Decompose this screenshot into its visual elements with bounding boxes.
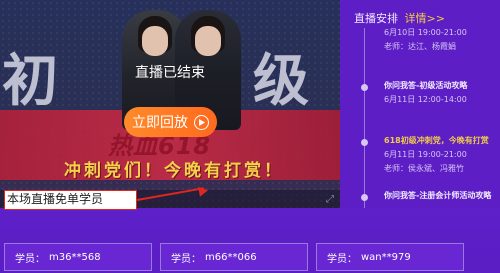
replay-button[interactable]: 立即回放 bbox=[124, 107, 217, 137]
timeline-dot bbox=[361, 194, 368, 201]
student-list: 学员： m36**568 学员： m66**066 学员： wan**979 bbox=[4, 243, 464, 271]
timeline-line bbox=[364, 28, 365, 208]
play-circle-icon bbox=[194, 114, 209, 130]
schedule-sidebar: 直播安排 详情>> 6月10日 19:00-21:00 老师：达江、杨霞娟 你问… bbox=[340, 0, 500, 208]
schedule-item[interactable]: 6月10日 19:00-21:00 老师：达江、杨霞娟 bbox=[384, 26, 496, 54]
slogan-text: 冲刺党们！今晚有打赏！ bbox=[64, 161, 284, 181]
live-ended-text: 直播已结束 bbox=[135, 65, 205, 81]
fullscreen-icon[interactable]: ⤢ bbox=[326, 194, 334, 205]
student-card: 学员： m66**066 bbox=[160, 243, 308, 271]
schedule-detail-link[interactable]: 详情>> bbox=[405, 12, 445, 25]
video-player[interactable]: 初 级 热血618 冲刺党们！今晚有打赏！ 直播已结束 立即回放 ⏮ ▶ ⏭ ⤢ bbox=[0, 0, 340, 208]
replay-label: 立即回放 bbox=[132, 115, 188, 131]
student-card: 学员： m36**568 bbox=[4, 243, 152, 271]
schedule-header: 直播安排 详情>> bbox=[354, 10, 500, 26]
schedule-item[interactable]: 你问我答-初级活动攻略 6月11日 12:00-14:00 bbox=[384, 79, 496, 107]
student-card: 学员： wan**979 bbox=[316, 243, 464, 271]
schedule-item-current[interactable]: 618初级冲刺党，今晚有打赏 6月11日 19:00-21:00 老师：侯永斌、… bbox=[384, 134, 496, 176]
free-students-title: 本场直播免单学员 bbox=[4, 190, 137, 210]
annotation-arrow-head bbox=[198, 185, 209, 197]
timeline-dot bbox=[361, 139, 368, 146]
schedule-title: 直播安排 bbox=[354, 12, 398, 25]
live-page: 初 级 热血618 冲刺党们！今晚有打赏！ 直播已结束 立即回放 ⏮ ▶ ⏭ ⤢… bbox=[0, 0, 500, 273]
timeline-dot bbox=[361, 84, 368, 91]
schedule-item[interactable]: 你问我答-注册会计师活动攻略 bbox=[384, 189, 496, 203]
